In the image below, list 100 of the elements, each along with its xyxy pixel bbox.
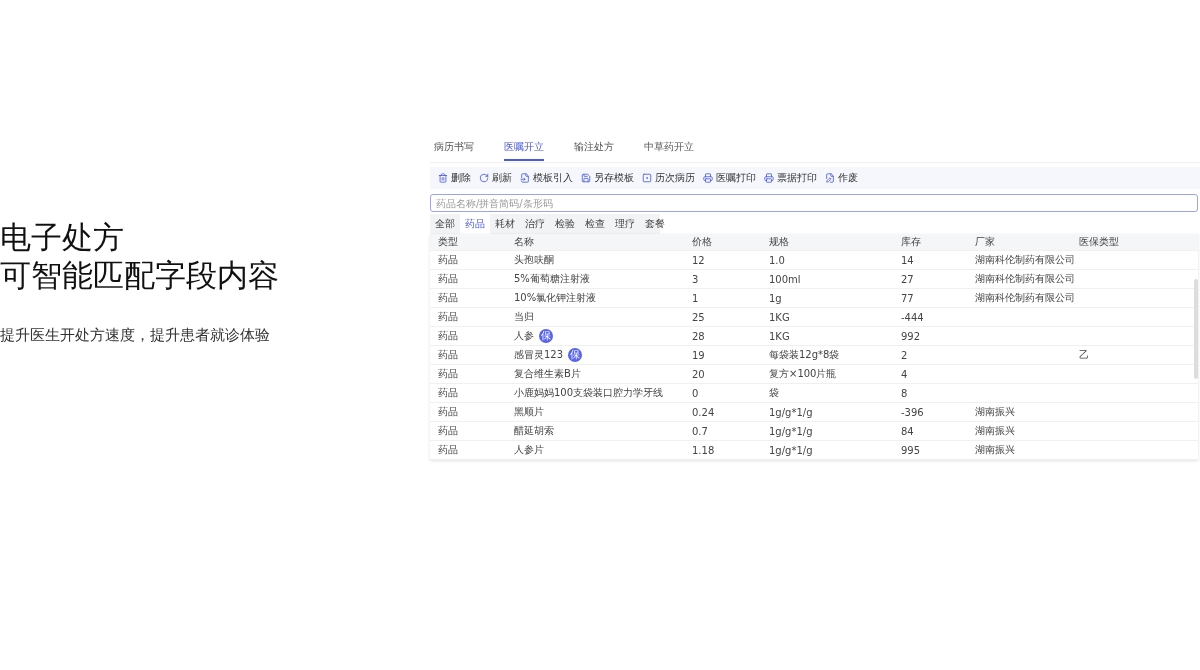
category-tab[interactable]: 套餐 bbox=[640, 214, 670, 234]
table-cell-text: 湖南科伦制药有限公司 bbox=[975, 291, 1076, 305]
table-cell-text: 19 bbox=[692, 349, 706, 361]
column-header: 类型 bbox=[438, 235, 459, 249]
table-cell-text: 25 bbox=[692, 311, 706, 323]
table-cell-text: 药品 bbox=[438, 367, 459, 381]
table-cell-text: 1.18 bbox=[692, 444, 716, 456]
subtitle: 提升医生开处方速度，提升患者就诊体验 bbox=[0, 326, 271, 345]
table-cell-text: 1KG bbox=[769, 330, 791, 342]
table-cell-text: 10%氯化钾注射液 bbox=[514, 291, 598, 305]
table-cell-text: 1g bbox=[769, 292, 783, 304]
table-cell-text: 0.24 bbox=[692, 406, 716, 418]
category-tab[interactable]: 检查 bbox=[580, 214, 610, 234]
table-cell-text: 醋延胡索 bbox=[514, 424, 555, 438]
trash-icon bbox=[438, 173, 448, 183]
table-cell-text: 1.0 bbox=[769, 254, 786, 266]
tab[interactable]: 输注处方 bbox=[574, 140, 614, 161]
table-cell-text: 12 bbox=[692, 254, 706, 266]
category-tab[interactable]: 药品 bbox=[460, 214, 490, 234]
category-tab[interactable]: 全部 bbox=[430, 214, 460, 234]
column-header: 价格 bbox=[692, 235, 713, 249]
table-cell: 感冒灵123 bbox=[514, 348, 564, 362]
printer-icon bbox=[764, 173, 774, 183]
table-cell-text: 1g/g*1/g bbox=[769, 444, 814, 456]
table-cell-text: -396 bbox=[901, 406, 925, 418]
headline: 电子处方 bbox=[0, 218, 125, 256]
column-header: 厂家 bbox=[975, 235, 996, 249]
table-cell: 人参 bbox=[514, 329, 534, 343]
table-cell-text: 湖南科伦制药有限公司 bbox=[975, 253, 1076, 267]
table-cell-text: 1g/g*1/g bbox=[769, 425, 814, 437]
column-header: 库存 bbox=[901, 235, 922, 249]
toolbar-button[interactable]: 删除 bbox=[438, 171, 471, 185]
printer-icon bbox=[703, 173, 713, 183]
toolbar-button[interactable]: 另存模板 bbox=[581, 171, 634, 185]
table-cell-text: 1KG bbox=[769, 311, 791, 323]
table-cell-text: 1 bbox=[692, 292, 700, 304]
table-cell-text: 复方×100片瓶 bbox=[769, 367, 838, 381]
category-tab[interactable]: 检验 bbox=[550, 214, 580, 234]
tab[interactable]: 中草药开立 bbox=[644, 140, 694, 161]
table-cell-text: 药品 bbox=[438, 386, 459, 400]
table-cell-text: 药品 bbox=[438, 348, 459, 362]
table-cell-text: 药品 bbox=[438, 291, 459, 305]
table-cell-text: 28 bbox=[692, 330, 706, 342]
table-cell-text: 小鹿妈妈100支袋装口腔力学牙线 bbox=[514, 386, 665, 400]
insurance-badge: 保 bbox=[568, 348, 583, 362]
table-cell-text: 湖南科伦制药有限公司 bbox=[975, 272, 1076, 286]
table-cell-text: 人参片 bbox=[514, 443, 545, 457]
toolbar-button[interactable]: 票据打印 bbox=[764, 171, 817, 185]
table-cell-text: 100ml bbox=[769, 273, 802, 285]
table-cell-text: 995 bbox=[901, 444, 922, 456]
table-cell-text: 5%葡萄糖注射液 bbox=[514, 272, 591, 286]
table-cell-text: 药品 bbox=[438, 310, 459, 324]
category-tab[interactable]: 理疗 bbox=[610, 214, 640, 234]
category-tab[interactable]: 治疗 bbox=[520, 214, 550, 234]
table-cell-text: 2 bbox=[901, 349, 909, 361]
file-pen-icon bbox=[825, 173, 835, 183]
table-cell-text: 27 bbox=[901, 273, 915, 285]
table-cell-text: 当归 bbox=[514, 310, 535, 324]
table-cell-text: 1g/g*1/g bbox=[769, 406, 814, 418]
table-cell-text: 袋 bbox=[769, 386, 780, 400]
tab[interactable]: 病历书写 bbox=[434, 140, 474, 161]
table-cell-text: 药品 bbox=[438, 443, 459, 457]
table-cell-text: 20 bbox=[692, 368, 706, 380]
refresh-icon bbox=[479, 173, 489, 183]
table-cell-text: 4 bbox=[901, 368, 909, 380]
table-cell-text: 药品 bbox=[438, 253, 459, 267]
table-cell-text: 0 bbox=[692, 387, 700, 399]
square-icon bbox=[642, 173, 652, 183]
table-cell-text: 84 bbox=[901, 425, 915, 437]
table-cell-text: 药品 bbox=[438, 424, 459, 438]
category-tab[interactable]: 耗材 bbox=[490, 214, 520, 234]
column-header: 规格 bbox=[769, 235, 790, 249]
toolbar-button[interactable]: 作废 bbox=[825, 171, 858, 185]
table-cell-text: 湖南振兴 bbox=[975, 424, 1016, 438]
toolbar-button[interactable]: 模板引入 bbox=[520, 171, 573, 185]
table-cell-text: 黑顺片 bbox=[514, 405, 545, 419]
table-cell-text: 药品 bbox=[438, 329, 459, 343]
toolbar-button[interactable]: 历次病历 bbox=[642, 171, 695, 185]
table-cell-text: 湖南振兴 bbox=[975, 405, 1016, 419]
save-icon bbox=[581, 173, 591, 183]
toolbar-button[interactable]: 刷新 bbox=[479, 171, 512, 185]
table-cell-text: 药品 bbox=[438, 405, 459, 419]
tab[interactable]: 医嘱开立 bbox=[504, 140, 544, 161]
insurance-badge: 保 bbox=[539, 329, 553, 343]
table-cell-text: 湖南振兴 bbox=[975, 443, 1016, 457]
file-import-icon bbox=[520, 173, 530, 183]
table-cell-text: 14 bbox=[901, 254, 915, 266]
headline: 可智能匹配字段内容 bbox=[0, 256, 280, 294]
table-cell-text: 0.7 bbox=[692, 425, 709, 437]
table-cell-text: 3 bbox=[692, 273, 700, 285]
table-cell-text: 77 bbox=[901, 292, 915, 304]
table-cell-text: -444 bbox=[901, 311, 925, 323]
table-cell-text: 每袋装12g*8袋 bbox=[769, 348, 841, 362]
table-cell-text: 药品 bbox=[438, 272, 459, 286]
search-field[interactable]: 药品名称/拼音简码/条形码 bbox=[430, 194, 1198, 212]
column-header: 医保类型 bbox=[1079, 235, 1120, 249]
column-header: 名称 bbox=[514, 235, 535, 249]
table-cell-text: 复合维生素B片 bbox=[514, 367, 582, 381]
toolbar-button[interactable]: 医嘱打印 bbox=[703, 171, 756, 185]
table-cell-text: 乙 bbox=[1079, 348, 1090, 362]
